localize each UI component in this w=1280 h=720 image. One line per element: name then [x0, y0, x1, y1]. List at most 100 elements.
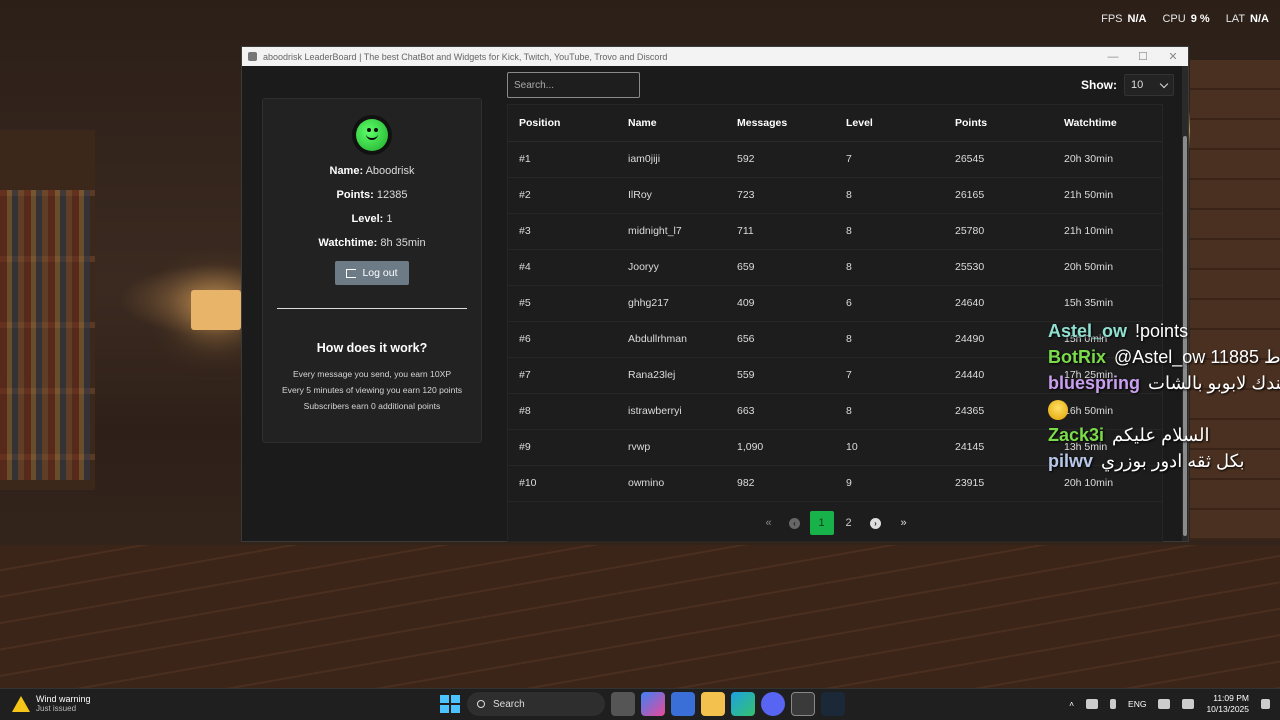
steam-icon[interactable]	[821, 692, 845, 716]
avatar	[352, 115, 392, 155]
chat-username: Zack3i	[1048, 425, 1105, 445]
table-cell: 23915	[944, 465, 1053, 502]
profile-watchtime: Watchtime: 8h 35min	[318, 237, 426, 249]
profile-level: Level: 1	[351, 213, 393, 225]
column-header[interactable]: Watchtime	[1053, 105, 1162, 142]
table-cell: #1	[508, 141, 617, 178]
clock[interactable]: 11:09 PM 10/13/2025	[1206, 693, 1249, 715]
microphone-icon[interactable]	[1110, 699, 1117, 709]
table-cell: 8	[835, 393, 944, 430]
table-cell: Rana23lej	[617, 357, 726, 394]
chat-message: bluespring عندك لابوبو بالشات	[1048, 370, 1280, 422]
table-cell: 15h 35min	[1053, 285, 1162, 322]
page-1-button[interactable]: 1	[809, 511, 834, 535]
background-floor	[0, 545, 1280, 690]
chat-username: pilwv	[1048, 451, 1094, 471]
weather-subtitle: Just issued	[36, 704, 77, 713]
show-label: Show:	[1081, 78, 1117, 92]
window-titlebar[interactable]: aboodrisk LeaderBoard | The best ChatBot…	[242, 47, 1188, 66]
wifi-icon[interactable]	[1158, 699, 1171, 709]
table-cell: midnight_l7	[617, 213, 726, 250]
table-row: #4 Jooryy 659 8 25530 20h 50min	[508, 249, 1162, 286]
table-row: #5 ghhg217 409 6 24640 15h 35min	[508, 285, 1162, 322]
taskbar-apps: Search	[437, 692, 845, 716]
table-cell: 592	[726, 141, 835, 178]
table-cell: 24145	[944, 429, 1053, 466]
store-icon[interactable]	[671, 692, 695, 716]
chat-text: عندك لابوبو بالشات	[1148, 373, 1280, 393]
column-header[interactable]: Messages	[726, 105, 835, 142]
task-view-icon[interactable]	[611, 692, 635, 716]
copilot-icon[interactable]	[641, 692, 665, 716]
discord-icon[interactable]	[761, 692, 785, 716]
table-row: #3 midnight_l7 711 8 25780 21h 10min	[508, 213, 1162, 250]
table-cell: rvwp	[617, 429, 726, 466]
last-page-button[interactable]: »	[891, 511, 915, 535]
table-cell: 723	[726, 177, 835, 214]
table-cell: Jooryy	[617, 249, 726, 286]
chat-message: Zack3i السلام عليكم	[1048, 422, 1280, 448]
column-header[interactable]: Points	[944, 105, 1053, 142]
table-cell: #8	[508, 393, 617, 430]
table-cell: 409	[726, 285, 835, 322]
table-cell: 8	[835, 321, 944, 358]
logout-button[interactable]: Log out	[335, 261, 409, 285]
table-cell: #4	[508, 249, 617, 286]
edge-icon[interactable]	[731, 692, 755, 716]
next-page-button[interactable]: ›	[864, 511, 888, 535]
start-button[interactable]	[437, 692, 461, 716]
page-2-button[interactable]: 2	[837, 511, 861, 535]
divider	[277, 308, 467, 309]
notification-icon[interactable]	[1261, 699, 1270, 709]
table-cell: 24640	[944, 285, 1053, 322]
language-indicator[interactable]: ENG	[1128, 699, 1146, 709]
chat-overlay: Astel_ow !points BotRix @Astel_ow لديه نقاط…	[1048, 318, 1280, 474]
table-cell: #7	[508, 357, 617, 394]
chevron-right-icon: ›	[870, 517, 881, 529]
logout-icon	[346, 268, 357, 278]
close-button[interactable]: ✕	[1158, 50, 1188, 63]
warning-icon	[12, 695, 30, 712]
table-cell: 6	[835, 285, 944, 322]
column-header[interactable]: Level	[835, 105, 944, 142]
table-cell: 25780	[944, 213, 1053, 250]
maximize-button[interactable]: ☐	[1128, 50, 1158, 63]
file-explorer-icon[interactable]	[701, 692, 725, 716]
chat-text: !points	[1135, 321, 1189, 341]
page-content: Name: Aboodrisk Points: 12385 Level: 1 W…	[242, 66, 1188, 542]
column-header[interactable]: Position	[508, 105, 617, 142]
table-cell: 24490	[944, 321, 1053, 358]
prev-page-button[interactable]: ‹	[783, 511, 807, 535]
column-header[interactable]: Name	[617, 105, 726, 142]
table-cell: 26165	[944, 177, 1053, 214]
rule-text: Every message you send, you earn 10XP	[292, 369, 452, 379]
table-cell: iam0jiji	[617, 141, 726, 178]
table-cell: 659	[726, 249, 835, 286]
minimize-button[interactable]: —	[1098, 51, 1128, 63]
latency-stat: LAT N/A	[1225, 13, 1269, 25]
window-title: aboodrisk LeaderBoard | The best ChatBot…	[263, 51, 668, 62]
page-size-select[interactable]: 10	[1124, 74, 1174, 96]
table-row: #1 iam0jiji 592 7 26545 20h 30min	[508, 141, 1162, 178]
table-cell: 656	[726, 321, 835, 358]
background-books	[0, 190, 90, 480]
table-cell: 7	[835, 141, 944, 178]
taskbar-search[interactable]: Search	[467, 692, 605, 716]
table-cell: owmino	[617, 465, 726, 502]
table-cell: 663	[726, 393, 835, 430]
table-cell: #3	[508, 213, 617, 250]
onedrive-icon[interactable]	[1086, 699, 1099, 709]
obs-icon[interactable]	[791, 692, 815, 716]
search-input[interactable]	[507, 72, 640, 98]
taskbar: Wind warning Just issued Search ˄ ENG 11…	[0, 688, 1280, 720]
volume-icon[interactable]	[1182, 699, 1195, 709]
how-it-works-title: How does it work?	[316, 341, 428, 355]
chevron-up-icon[interactable]: ˄	[1069, 699, 1074, 709]
system-tray: ˄ ENG 11:09 PM 10/13/2025	[1069, 693, 1270, 715]
table-cell: 24365	[944, 393, 1053, 430]
table-cell: 9	[835, 465, 944, 502]
weather-widget[interactable]: Wind warning Just issued	[12, 694, 91, 713]
first-page-button[interactable]: «	[756, 511, 780, 535]
table-cell: 711	[726, 213, 835, 250]
chat-text: @Astel_ow لديه نقاط 11885.	[1114, 347, 1280, 367]
